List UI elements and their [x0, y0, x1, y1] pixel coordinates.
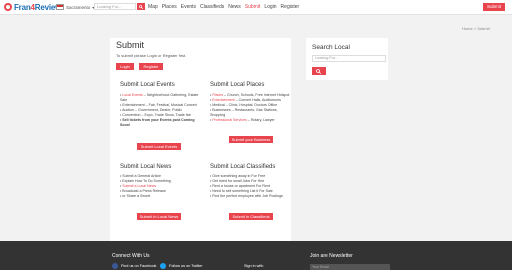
nav-classifieds[interactable]: Classifieds — [200, 3, 224, 11]
search-icon — [139, 4, 143, 9]
top-bar: Fran4Review Sacramento ▾ Looking For... … — [0, 0, 512, 15]
list-item: Businesses – Restaurants, Gas Stations, … — [210, 108, 292, 118]
events-list: Local Events – Neighborhood Gathering, E… — [120, 93, 200, 128]
list-item: Professional Services – Rotary, Lawyer — [210, 118, 292, 123]
logo[interactable]: Fran4Review — [4, 2, 61, 12]
classifieds-title: Submit Local Classifieds — [210, 164, 276, 170]
login-button[interactable]: Login — [116, 63, 134, 70]
nav-submit[interactable]: Submit — [245, 3, 261, 11]
newsletter-title: Join are Newsletter — [310, 253, 353, 259]
facebook-link[interactable]: Find us on Facebook — [112, 263, 156, 269]
sidebar-search-input[interactable]: Looking For... — [312, 55, 386, 62]
signin-link[interactable]: Sign in with — [244, 264, 263, 268]
news-list: Submit a General Article Explain How To … — [120, 174, 200, 199]
list-item: Find the perfect employee with Job Posti… — [210, 194, 292, 199]
nav-news[interactable]: News — [228, 3, 241, 11]
location-label: Sacramento — [66, 4, 91, 10]
nav-login[interactable]: Login — [264, 3, 276, 11]
newsletter-email-input[interactable]: Your Email — [310, 264, 390, 270]
nav-events[interactable]: Events — [181, 3, 196, 11]
register-button[interactable]: Register — [139, 63, 163, 70]
classifieds-list: Give something away in For Free Get hire… — [210, 174, 292, 199]
places-title: Submit Local Places — [210, 82, 265, 88]
nav-register[interactable]: Register — [281, 3, 300, 11]
facebook-icon — [112, 263, 118, 269]
submit-button[interactable]: Submit — [483, 3, 505, 11]
twitter-icon — [160, 263, 166, 269]
events-title: Submit Local Events — [120, 82, 175, 88]
submit-business-button[interactable]: Submit your Business — [229, 136, 273, 143]
header-search-input[interactable]: Looking For... — [94, 3, 136, 10]
news-title: Submit Local News — [120, 164, 172, 170]
places-list: Places – Church, Schools, Free Internet … — [210, 93, 292, 123]
list-item: Local Events – Neighborhood Gathering, E… — [120, 93, 200, 103]
nav-map[interactable]: Map — [148, 3, 158, 11]
map-pin-icon — [4, 3, 12, 11]
list-item: or Share a Secret — [120, 194, 200, 199]
nav-places[interactable]: Places — [162, 3, 177, 11]
main-nav: Map Places Events Classifieds News Submi… — [148, 3, 299, 11]
list-item: Sell tickets from your Events post Comin… — [120, 118, 200, 128]
location-selector[interactable]: Sacramento ▾ — [56, 3, 94, 11]
us-flag-icon — [56, 4, 64, 10]
breadcrumb: Home > Submit — [462, 26, 490, 31]
submit-news-button[interactable]: Submit in Local News — [137, 213, 181, 220]
intro-text: To submit please Login or Register first… — [116, 53, 187, 58]
submit-events-button[interactable]: Submit Local Events — [137, 143, 181, 150]
page-title: Submit — [116, 40, 145, 50]
twitter-link[interactable]: Follow us on Twitter — [160, 263, 202, 269]
search-icon — [316, 68, 321, 74]
sidebar-title: Search Local — [312, 44, 350, 51]
header-search-button[interactable] — [137, 3, 145, 10]
sidebar-search-button[interactable] — [312, 67, 326, 75]
connect-title: Connect With Us — [112, 253, 150, 259]
submit-classifieds-button[interactable]: Submit in Classifieds — [229, 213, 273, 220]
